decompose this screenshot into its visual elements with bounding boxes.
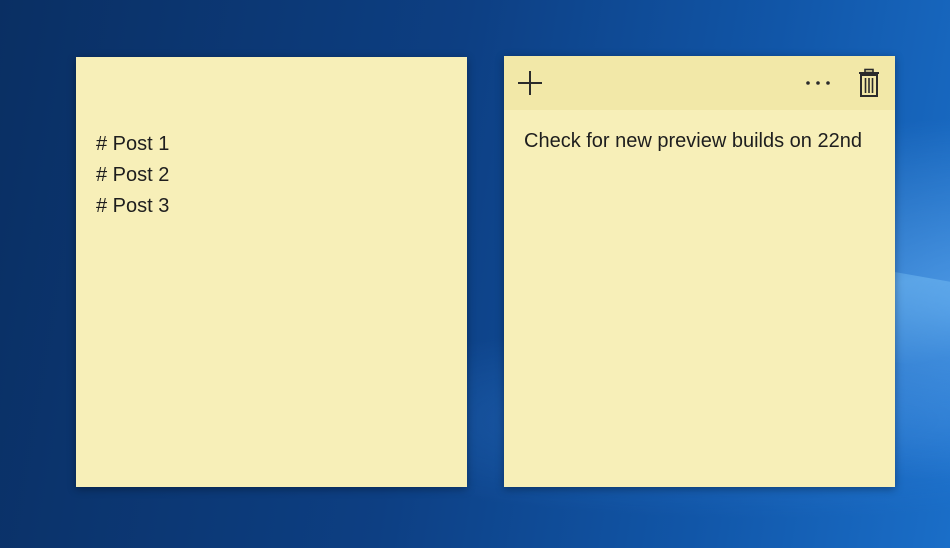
note-body[interactable]: Check for new preview builds on 22nd: [524, 126, 864, 157]
delete-note-button[interactable]: [854, 66, 884, 100]
add-note-button[interactable]: [514, 66, 546, 100]
note-line: # Post 3: [96, 195, 170, 217]
more-options-button[interactable]: [802, 66, 834, 100]
sticky-note-preview-builds[interactable]: Check for new preview builds on 22nd: [504, 56, 895, 487]
plus-icon: [518, 71, 542, 95]
sticky-note-posts[interactable]: # Post 1 # Post 2 # Post 3: [76, 57, 467, 487]
more-dots-icon: [806, 81, 830, 85]
note-line: # Post 2: [96, 164, 170, 186]
note-line: # Post 1: [96, 133, 170, 155]
trash-icon: [859, 68, 879, 97]
note-toolbar: [504, 56, 895, 110]
note-body[interactable]: # Post 1 # Post 2 # Post 3: [96, 129, 169, 222]
